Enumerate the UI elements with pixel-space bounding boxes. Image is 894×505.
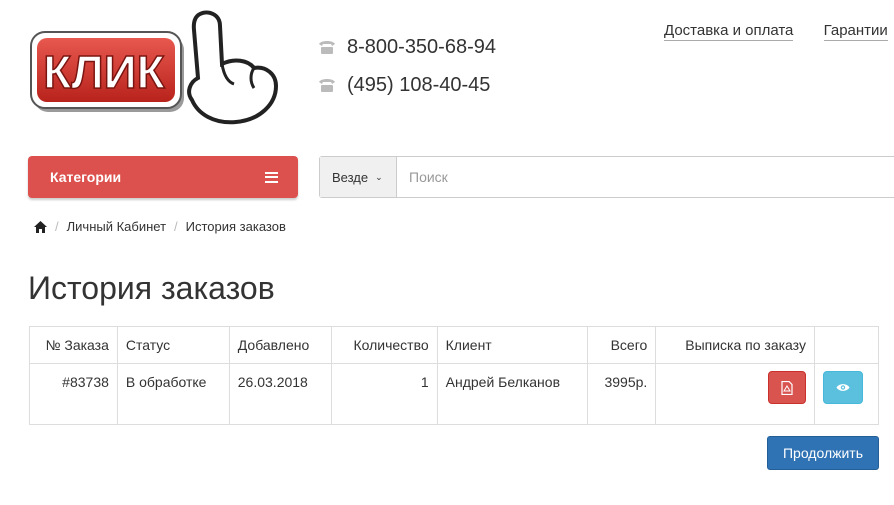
table-header-row: № Заказа Статус Добавлено Количество Кли…: [29, 326, 880, 364]
order-client: Андрей Белканов: [436, 363, 589, 425]
page-title: История заказов: [28, 270, 275, 306]
breadcrumb-item-order-history[interactable]: История заказов: [186, 219, 286, 234]
column-header: Количество: [330, 326, 438, 364]
column-header: Добавлено: [228, 326, 332, 364]
categories-button[interactable]: Категории: [28, 156, 298, 198]
phone-icon: [319, 41, 335, 54]
breadcrumb: / Личный Кабинет / История заказов: [34, 219, 286, 234]
column-header: Выписка по заказу: [655, 326, 815, 364]
phone-icon: [319, 79, 335, 92]
order-date: 26.03.2018: [228, 363, 332, 425]
order-quantity: 1: [330, 363, 438, 425]
column-header: Клиент: [436, 326, 589, 364]
view-order-button[interactable]: [822, 371, 863, 404]
order-status: В обработке: [116, 363, 230, 425]
file-pdf-icon: [781, 381, 793, 395]
order-total: 3995р.: [587, 363, 657, 425]
home-icon[interactable]: [34, 220, 47, 233]
link-delivery-payment[interactable]: Доставка и оплата: [664, 22, 794, 41]
column-header: № Заказа: [29, 326, 118, 364]
search-input[interactable]: [397, 157, 894, 197]
invoice-pdf-button[interactable]: [767, 371, 806, 404]
hamburger-icon: [265, 171, 278, 183]
column-header: Всего: [587, 326, 657, 364]
search-bar: Везде ⌄: [319, 156, 894, 198]
breadcrumb-separator: /: [55, 219, 59, 234]
breadcrumb-item-account[interactable]: Личный Кабинет: [67, 219, 166, 234]
categories-label: Категории: [50, 169, 122, 185]
column-header: [813, 326, 880, 364]
breadcrumb-separator: /: [174, 219, 178, 234]
chevron-down-icon: ⌄: [375, 171, 383, 182]
orders-table: № Заказа Статус Добавлено Количество Кли…: [29, 326, 880, 425]
top-links: Доставка и оплата Гарантии: [664, 22, 894, 41]
header-phones: 8-800-350-68-94 (495) 108-40-45: [317, 28, 496, 104]
phone-number: (495) 108-40-45: [347, 73, 491, 96]
order-view-cell: [813, 363, 880, 425]
order-id: #83738: [29, 363, 118, 425]
link-warranty[interactable]: Гарантии: [823, 22, 888, 41]
eye-icon: [836, 384, 850, 391]
order-invoice-cell: [655, 363, 815, 425]
phone-line[interactable]: (495) 108-40-45: [317, 66, 496, 104]
search-scope-label: Везде: [332, 169, 369, 185]
site-logo[interactable]: КЛИК: [28, 8, 288, 133]
svg-text:КЛИК: КЛИК: [43, 46, 165, 98]
phone-line[interactable]: 8-800-350-68-94: [317, 28, 496, 66]
table-row: #83738 В обработке 26.03.2018 1 Андрей Б…: [29, 363, 880, 425]
continue-button[interactable]: Продолжить: [767, 436, 879, 470]
column-header: Статус: [116, 326, 230, 364]
phone-number: 8-800-350-68-94: [347, 35, 496, 58]
search-scope-dropdown[interactable]: Везде ⌄: [320, 157, 397, 197]
